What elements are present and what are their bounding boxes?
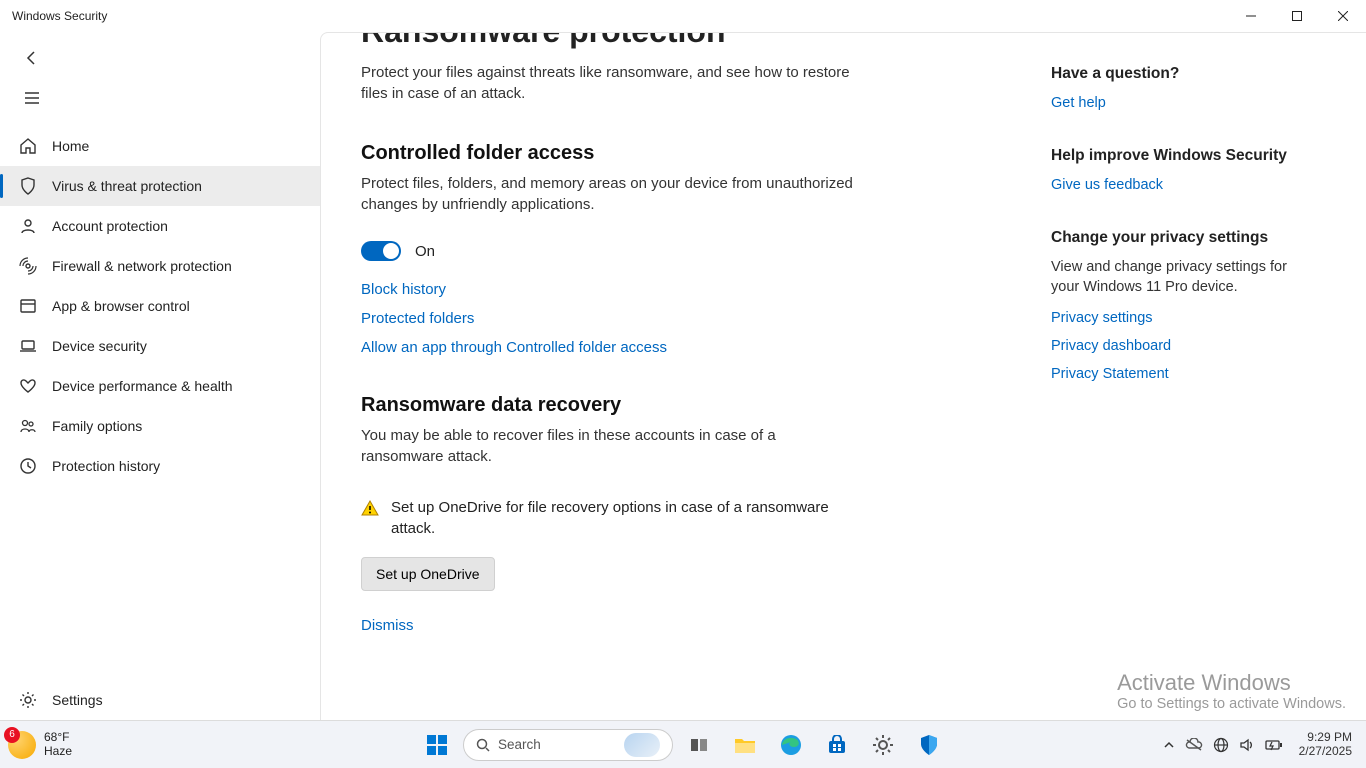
link-block-history[interactable]: Block history xyxy=(361,281,1001,298)
link-privacy-dashboard[interactable]: Privacy dashboard xyxy=(1051,338,1311,354)
cfa-toggle-label: On xyxy=(415,243,435,260)
cfa-heading: Controlled folder access xyxy=(361,142,1001,165)
nav-firewall[interactable]: Firewall & network protection xyxy=(0,246,320,286)
link-get-help[interactable]: Get help xyxy=(1051,95,1311,111)
maximize-button[interactable] xyxy=(1274,0,1320,32)
taskbar-taskview[interactable] xyxy=(679,725,719,765)
taskbar: 6 68°F Haze Search 9:29 PM 2/27/2025 xyxy=(0,720,1366,768)
nav-home[interactable]: Home xyxy=(0,126,320,166)
setup-onedrive-button[interactable]: Set up OneDrive xyxy=(361,557,495,591)
weather-badge: 6 xyxy=(4,727,20,743)
aside-question-title: Have a question? xyxy=(1051,65,1311,83)
nav-label: Protection history xyxy=(52,458,160,474)
sidebar: Home Virus & threat protection Account p… xyxy=(0,32,320,720)
home-icon xyxy=(18,136,38,156)
link-privacy-statement[interactable]: Privacy Statement xyxy=(1051,366,1311,382)
tray-clock[interactable]: 9:29 PM 2/27/2025 xyxy=(1299,731,1352,759)
page-intro: Protect your files against threats like … xyxy=(361,62,861,104)
watermark-title: Activate Windows xyxy=(1117,670,1346,696)
close-button[interactable] xyxy=(1320,0,1366,32)
watermark-sub: Go to Settings to activate Windows. xyxy=(1117,696,1346,712)
activation-watermark: Activate Windows Go to Settings to activ… xyxy=(1117,670,1346,712)
window-title: Windows Security xyxy=(12,9,107,23)
nav-account-protection[interactable]: Account protection xyxy=(0,206,320,246)
nav-virus-threat[interactable]: Virus & threat protection xyxy=(0,166,320,206)
taskbar-security[interactable] xyxy=(909,725,949,765)
heart-icon xyxy=(18,376,38,396)
taskbar-search[interactable]: Search xyxy=(463,729,673,761)
nav-label: Family options xyxy=(52,418,142,434)
link-privacy-settings[interactable]: Privacy settings xyxy=(1051,310,1311,326)
onedrive-msg: Set up OneDrive for file recovery option… xyxy=(391,497,831,539)
taskbar-edge[interactable] xyxy=(771,725,811,765)
nav-label: App & browser control xyxy=(52,298,190,314)
tray-volume-icon[interactable] xyxy=(1239,737,1255,753)
link-feedback[interactable]: Give us feedback xyxy=(1051,177,1311,193)
page-title: Ransomware protection xyxy=(361,33,1001,50)
minimize-button[interactable] xyxy=(1228,0,1274,32)
nav-menu-button[interactable] xyxy=(14,80,50,116)
laptop-icon xyxy=(18,336,38,356)
gear-icon xyxy=(18,690,38,710)
nav-device-security[interactable]: Device security xyxy=(0,326,320,366)
tray-chevron-icon[interactable] xyxy=(1163,739,1175,751)
aside-privacy-title: Change your privacy settings xyxy=(1051,229,1311,247)
nav-label: Settings xyxy=(52,692,103,708)
weather-icon: 6 xyxy=(8,731,36,759)
nav-settings[interactable]: Settings xyxy=(0,680,320,720)
nav-label: Firewall & network protection xyxy=(52,258,232,274)
link-dismiss[interactable]: Dismiss xyxy=(361,617,1001,634)
cfa-desc: Protect files, folders, and memory areas… xyxy=(361,173,861,215)
weather-temp: 68°F xyxy=(44,731,72,744)
tray-onedrive-icon[interactable] xyxy=(1185,738,1203,752)
tray-time: 9:29 PM xyxy=(1299,731,1352,745)
main-content: Ransomware protection Protect your files… xyxy=(320,32,1366,720)
nav-protection-history[interactable]: Protection history xyxy=(0,446,320,486)
nav-label: Home xyxy=(52,138,89,154)
window-icon xyxy=(18,296,38,316)
cfa-toggle[interactable] xyxy=(361,241,401,261)
people-icon xyxy=(18,416,38,436)
recovery-desc: You may be able to recover files in thes… xyxy=(361,425,861,467)
history-icon xyxy=(18,456,38,476)
taskbar-explorer[interactable] xyxy=(725,725,765,765)
aside-improve-title: Help improve Windows Security xyxy=(1051,147,1311,165)
person-icon xyxy=(18,216,38,236)
start-button[interactable] xyxy=(417,725,457,765)
aside: Have a question? Get help Help improve W… xyxy=(1041,33,1341,720)
taskbar-store[interactable] xyxy=(817,725,857,765)
nav-label: Device security xyxy=(52,338,147,354)
weather-cond: Haze xyxy=(44,745,72,758)
tray-date: 2/27/2025 xyxy=(1299,745,1352,759)
tray-power-icon[interactable] xyxy=(1265,738,1283,752)
taskbar-weather[interactable]: 6 68°F Haze xyxy=(8,731,72,759)
shield-icon xyxy=(18,176,38,196)
search-placeholder: Search xyxy=(498,737,541,752)
nav-device-performance[interactable]: Device performance & health xyxy=(0,366,320,406)
aside-privacy-desc: View and change privacy settings for you… xyxy=(1051,257,1311,298)
back-button[interactable] xyxy=(14,40,50,76)
link-allow-app[interactable]: Allow an app through Controlled folder a… xyxy=(361,339,1001,356)
nav-app-browser[interactable]: App & browser control xyxy=(0,286,320,326)
tray-language-icon[interactable] xyxy=(1213,737,1229,753)
titlebar: Windows Security xyxy=(0,0,1366,32)
nav-family-options[interactable]: Family options xyxy=(0,406,320,446)
nav-label: Virus & threat protection xyxy=(52,178,202,194)
search-icon xyxy=(476,738,490,752)
search-visual-icon xyxy=(624,733,660,757)
link-protected-folders[interactable]: Protected folders xyxy=(361,310,1001,327)
nav-label: Account protection xyxy=(52,218,168,234)
nav-label: Device performance & health xyxy=(52,378,233,394)
network-icon xyxy=(18,256,38,276)
recovery-heading: Ransomware data recovery xyxy=(361,394,1001,417)
warning-icon xyxy=(361,499,379,517)
taskbar-settings[interactable] xyxy=(863,725,903,765)
